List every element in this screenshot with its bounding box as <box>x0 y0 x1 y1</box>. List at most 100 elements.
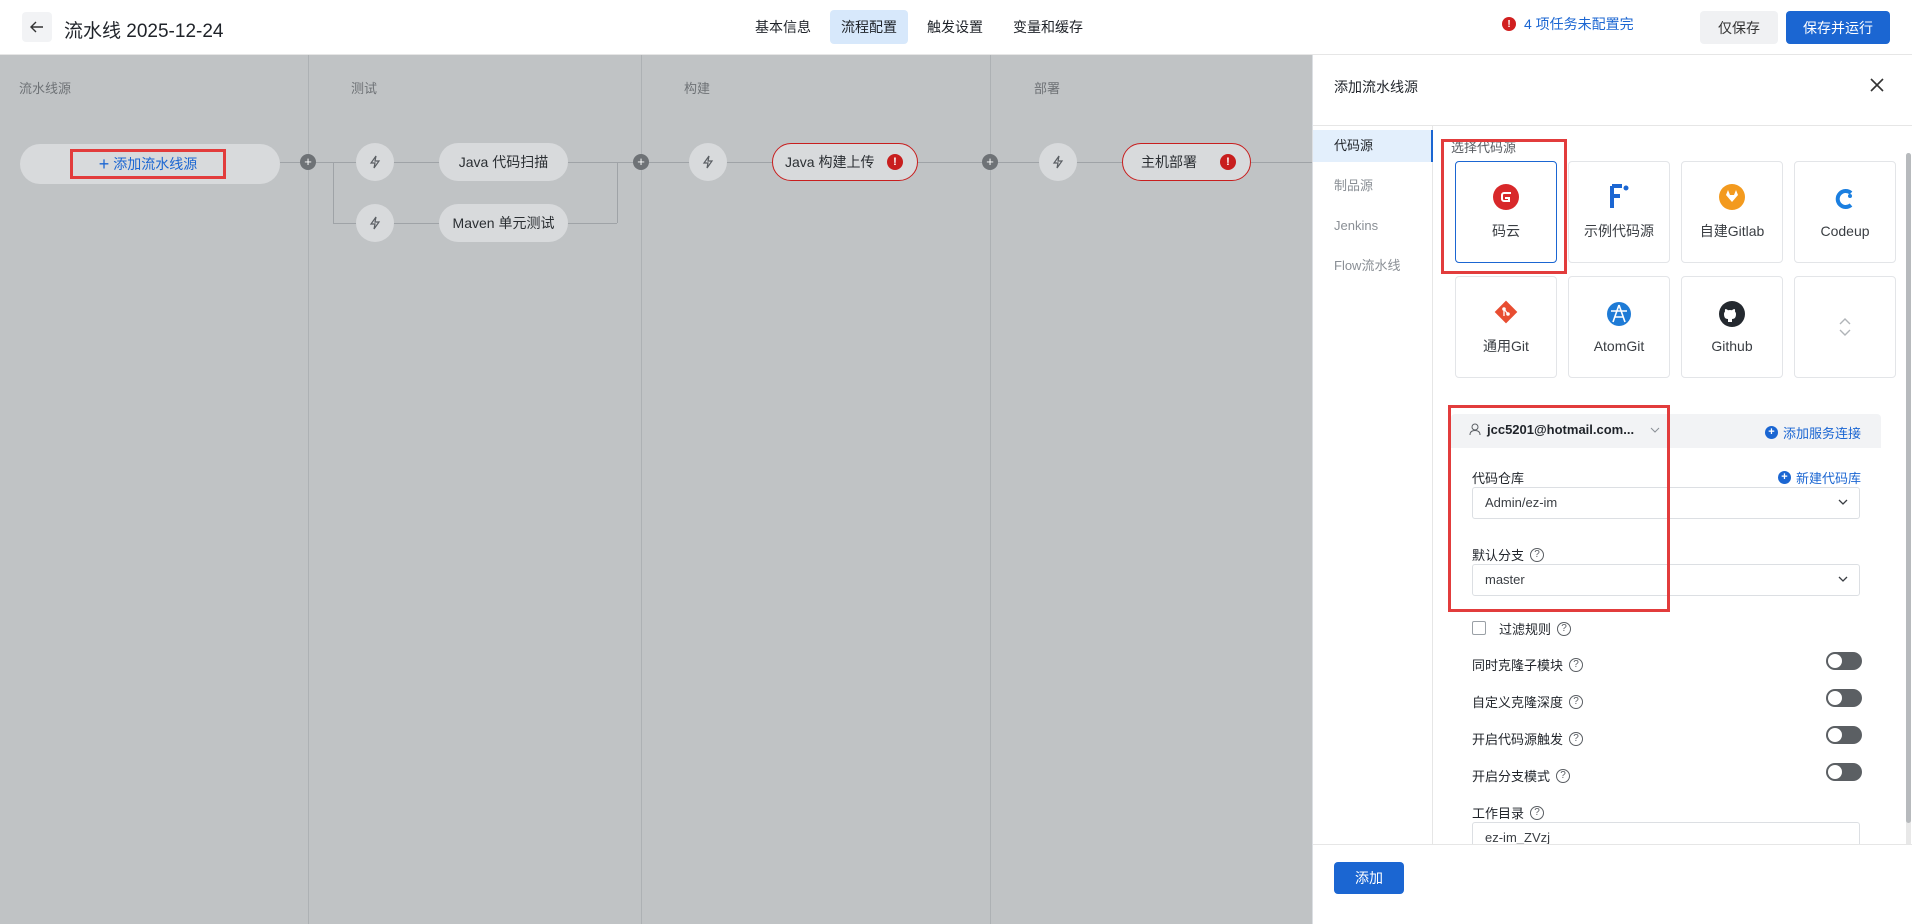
nav-jenkins[interactable]: Jenkins <box>1313 210 1433 242</box>
lightning-icon <box>1052 155 1064 169</box>
stage-source: 流水线源 <box>0 55 309 924</box>
task-host-deploy[interactable]: 主机部署 ! <box>1122 143 1251 181</box>
choose-source-label: 选择代码源 <box>1451 140 1517 155</box>
clone-depth-toggle[interactable] <box>1826 689 1862 707</box>
save-and-run-button[interactable]: 保存并运行 <box>1786 11 1890 44</box>
add-source-panel: 添加流水线源 代码源 制品源 Jenkins Flow流水线 选择代码源 码云 <box>1312 55 1912 924</box>
toggle-label-text: 开启代码源触发 <box>1472 732 1564 747</box>
account-select[interactable]: jcc5201@hotmail.com... <box>1469 422 1660 437</box>
help-icon[interactable]: ? <box>1530 805 1545 820</box>
trigger-button[interactable] <box>356 204 394 242</box>
tab-trigger-settings[interactable]: 触发设置 <box>916 10 994 44</box>
git-icon <box>1492 298 1520 326</box>
source-label: Codeup <box>1820 223 1870 239</box>
account-name: jcc5201@hotmail.com... <box>1487 422 1635 437</box>
help-icon[interactable]: ? <box>1569 731 1584 746</box>
add-service-label: 添加服务连接 <box>1782 426 1861 441</box>
tab-flow-config[interactable]: 流程配置 <box>830 10 908 44</box>
gitlab-icon <box>1718 183 1746 211</box>
task-java-build[interactable]: Java 构建上传 ! <box>772 143 918 181</box>
source-card-gitee[interactable]: 码云 <box>1455 161 1557 263</box>
chevron-down-icon <box>1838 499 1848 505</box>
source-card-github[interactable]: Github <box>1681 276 1783 378</box>
close-icon <box>1870 78 1884 92</box>
branch-label-text: 默认分支 <box>1472 548 1525 563</box>
repo-label: 代码仓库 <box>1472 468 1524 487</box>
codeup-icon <box>1831 185 1859 213</box>
gitee-icon <box>1492 183 1520 211</box>
branch-select[interactable]: master <box>1472 564 1860 596</box>
add-button[interactable]: 添加 <box>1334 862 1404 894</box>
help-icon[interactable]: ? <box>1557 621 1572 636</box>
source-card-atomgit[interactable]: AtomGit <box>1568 276 1670 378</box>
add-stage-button[interactable]: + <box>300 154 316 170</box>
error-icon: ! <box>887 154 903 170</box>
help-icon[interactable]: ? <box>1569 694 1584 709</box>
task-maven-test[interactable]: Maven 单元测试 <box>439 204 568 242</box>
source-label: AtomGit <box>1593 338 1645 354</box>
source-card-gitlab[interactable]: 自建Gitlab <box>1681 161 1783 263</box>
new-repo-link[interactable]: + 新建代码库 <box>1777 468 1861 487</box>
add-stage-button[interactable]: + <box>982 154 998 170</box>
task-java-scan[interactable]: Java 代码扫描 <box>439 143 568 181</box>
branch-label: 默认分支 ? <box>1472 545 1545 564</box>
add-stage-button[interactable]: + <box>633 154 649 170</box>
repo-value: Admin/ez-im <box>1485 495 1558 510</box>
lightning-icon <box>369 155 381 169</box>
trigger-button[interactable] <box>689 143 727 181</box>
toggle-label-text: 自定义克隆深度 <box>1472 695 1564 710</box>
stage-build: 构建 <box>642 55 991 924</box>
stage-title: 部署 <box>1034 81 1061 96</box>
toggle-label: 开启分支模式 ? <box>1472 766 1571 785</box>
source-label: 通用Git <box>1483 338 1529 354</box>
filter-rules-checkbox[interactable] <box>1472 621 1486 635</box>
source-config-content: 选择代码源 码云 示例代码源 自建Gitlab Codeup 通用Git Ato… <box>1434 126 1912 844</box>
help-icon[interactable]: ? <box>1556 768 1571 783</box>
tab-variables-cache[interactable]: 变量和缓存 <box>1002 10 1094 44</box>
close-button[interactable] <box>1865 73 1889 97</box>
arrow-left-icon <box>30 21 43 33</box>
stage-title: 流水线源 <box>19 81 72 96</box>
top-bar: 流水线 2025-12-24 基本信息 流程配置 触发设置 变量和缓存 ! 4 … <box>0 0 1912 55</box>
unconfigured-warning[interactable]: ! 4 项任务未配置完 <box>1502 14 1634 34</box>
sample-source-icon <box>1605 183 1633 211</box>
atomgit-icon <box>1605 300 1633 328</box>
add-service-connection-link[interactable]: + 添加服务连接 <box>1764 423 1861 442</box>
nav-code-source[interactable]: 代码源 <box>1313 130 1433 162</box>
back-button[interactable] <box>22 12 52 42</box>
panel-scrollbar[interactable] <box>1906 153 1911 893</box>
app-root: 流水线 2025-12-24 基本信息 流程配置 触发设置 变量和缓存 ! 4 … <box>0 0 1912 924</box>
source-label: 码云 <box>1492 223 1520 239</box>
source-card-git[interactable]: 通用Git <box>1455 276 1557 378</box>
save-only-button[interactable]: 仅保存 <box>1700 11 1778 44</box>
trigger-button[interactable] <box>356 143 394 181</box>
nav-flow-pipeline[interactable]: Flow流水线 <box>1313 250 1433 282</box>
toggle-label: 自定义克隆深度 ? <box>1472 692 1584 711</box>
workdir-label-text: 工作目录 <box>1472 806 1525 821</box>
nav-artifact-source[interactable]: 制品源 <box>1313 170 1433 202</box>
help-icon[interactable]: ? <box>1569 657 1584 672</box>
source-card-sample[interactable]: 示例代码源 <box>1568 161 1670 263</box>
config-tabs: 基本信息 流程配置 触发设置 变量和缓存 <box>744 10 1094 44</box>
trigger-button[interactable] <box>1039 143 1077 181</box>
add-source-button[interactable]: + 添加流水线源 <box>70 149 226 179</box>
repo-select[interactable]: Admin/ez-im <box>1472 487 1860 519</box>
clone-submodules-toggle[interactable] <box>1826 652 1862 670</box>
tab-basic-info[interactable]: 基本信息 <box>744 10 822 44</box>
user-icon <box>1469 423 1481 436</box>
source-trigger-toggle[interactable] <box>1826 726 1862 744</box>
github-icon <box>1718 300 1746 328</box>
error-icon: ! <box>1220 154 1236 170</box>
account-bar: jcc5201@hotmail.com... + 添加服务连接 <box>1451 414 1881 448</box>
workdir-value: ez-im_ZVzj <box>1485 830 1551 844</box>
scrollbar-thumb[interactable] <box>1906 153 1911 823</box>
toggle-label: 同时克隆子模块 ? <box>1472 655 1584 674</box>
plus-circle-icon: + <box>1764 426 1778 439</box>
workdir-input[interactable]: ez-im_ZVzj <box>1472 822 1860 844</box>
help-icon[interactable]: ? <box>1530 547 1545 562</box>
branch-mode-toggle[interactable] <box>1826 763 1862 781</box>
source-card-expand[interactable] <box>1794 276 1896 378</box>
stage-test: 测试 <box>309 55 642 924</box>
source-card-codeup[interactable]: Codeup <box>1794 161 1896 263</box>
stage-title: 构建 <box>684 81 711 96</box>
